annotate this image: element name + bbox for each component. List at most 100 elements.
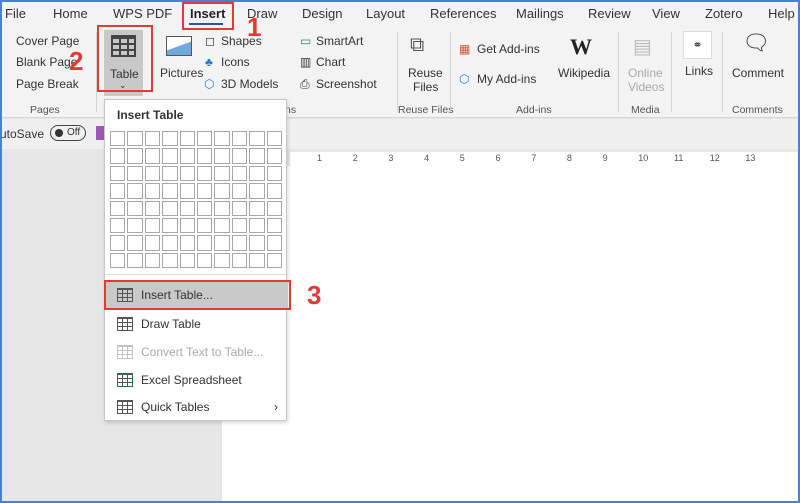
menu-item-excel-spreadsheet[interactable]: Excel Spreadsheet [105,366,288,393]
grid-cell[interactable] [179,165,195,182]
tab-review[interactable]: Review [588,6,631,21]
grid-cell[interactable] [196,148,213,164]
grid-cell[interactable] [266,148,282,164]
grid-cell[interactable] [249,148,265,164]
menu-item-draw-table[interactable]: Draw Table [105,310,288,337]
links-button[interactable]: Links [685,64,713,78]
grid-cell[interactable] [179,252,195,269]
grid-cell[interactable] [266,217,282,234]
grid-cell[interactable] [162,165,178,182]
grid-cell[interactable] [214,183,230,199]
grid-cell[interactable] [266,252,282,269]
grid-cell[interactable] [196,165,213,182]
reuse-files-button[interactable]: Reuse [408,66,443,80]
grid-cell[interactable] [144,148,161,164]
grid-cell[interactable] [196,217,213,234]
grid-cell[interactable] [231,165,248,182]
grid-cell[interactable] [144,235,161,251]
grid-cell[interactable] [196,252,213,269]
grid-cell[interactable] [231,148,248,164]
grid-cell[interactable] [127,183,143,199]
grid-cell[interactable] [162,200,178,216]
grid-cell[interactable] [196,235,213,251]
grid-cell[interactable] [266,183,282,199]
grid-cell[interactable] [127,165,143,182]
grid-cell[interactable] [179,183,195,199]
grid-cell[interactable] [127,131,143,147]
grid-cell[interactable] [179,131,195,147]
pictures-button[interactable]: Pictures [160,66,203,80]
tab-view[interactable]: View [652,6,680,21]
grid-cell[interactable] [110,200,126,216]
grid-cell[interactable] [179,200,195,216]
get-addins-button[interactable]: Get Add-ins [477,42,540,56]
grid-cell[interactable] [179,148,195,164]
grid-cell[interactable] [214,165,230,182]
grid-cell[interactable] [110,183,126,199]
tab-references[interactable]: References [430,6,496,21]
screenshot-button[interactable]: Screenshot [316,77,377,91]
grid-cell[interactable] [231,252,248,269]
grid-cell[interactable] [266,235,282,251]
grid-cell[interactable] [249,252,265,269]
grid-cell[interactable] [266,131,282,147]
grid-cell[interactable] [110,165,126,182]
tab-wps-pdf[interactable]: WPS PDF [113,6,172,21]
smartart-button[interactable]: SmartArt [316,34,363,48]
grid-cell[interactable] [196,183,213,199]
document-page[interactable] [222,166,800,503]
grid-cell[interactable] [249,183,265,199]
horizontal-ruler[interactable]: 1 2 3 4 5 6 7 8 9 10 11 12 13 [290,152,800,166]
grid-cell[interactable] [196,200,213,216]
grid-cell[interactable] [144,217,161,234]
grid-cell[interactable] [249,165,265,182]
grid-cell[interactable] [214,252,230,269]
grid-cell[interactable] [266,200,282,216]
icons-button[interactable]: Icons [221,55,250,69]
wikipedia-button[interactable]: Wikipedia [558,66,610,80]
grid-cell[interactable] [266,165,282,182]
grid-cell[interactable] [144,165,161,182]
grid-cell[interactable] [144,252,161,269]
grid-cell[interactable] [127,148,143,164]
table-size-grid[interactable] [109,130,283,269]
grid-cell[interactable] [127,252,143,269]
grid-cell[interactable] [144,200,161,216]
grid-cell[interactable] [162,235,178,251]
tab-home[interactable]: Home [53,6,88,21]
grid-cell[interactable] [214,148,230,164]
grid-cell[interactable] [110,131,126,147]
autosave-toggle[interactable]: Off [50,125,86,141]
tab-zotero[interactable]: Zotero [705,6,743,21]
grid-cell[interactable] [231,183,248,199]
grid-cell[interactable] [196,131,213,147]
tab-file[interactable]: File [5,6,26,21]
grid-cell[interactable] [179,235,195,251]
grid-cell[interactable] [127,235,143,251]
grid-cell[interactable] [231,131,248,147]
grid-cell[interactable] [249,217,265,234]
comment-button[interactable]: Comment [732,66,784,80]
grid-cell[interactable] [110,217,126,234]
menu-item-quick-tables[interactable]: Quick Tables › [105,393,288,420]
grid-cell[interactable] [231,200,248,216]
grid-cell[interactable] [214,217,230,234]
tab-layout[interactable]: Layout [366,6,405,21]
grid-cell[interactable] [162,252,178,269]
page-break-button[interactable]: Page Break [16,77,79,91]
my-addins-button[interactable]: My Add-ins [477,72,536,86]
grid-cell[interactable] [249,131,265,147]
grid-cell[interactable] [231,235,248,251]
tab-mailings[interactable]: Mailings [516,6,564,21]
grid-cell[interactable] [214,235,230,251]
grid-cell[interactable] [214,200,230,216]
grid-cell[interactable] [231,217,248,234]
grid-cell[interactable] [179,217,195,234]
grid-cell[interactable] [162,148,178,164]
save-icon[interactable] [96,126,104,140]
chart-button[interactable]: Chart [316,55,345,69]
3d-models-button[interactable]: 3D Models [221,77,278,91]
grid-cell[interactable] [127,217,143,234]
grid-cell[interactable] [110,148,126,164]
grid-cell[interactable] [249,235,265,251]
